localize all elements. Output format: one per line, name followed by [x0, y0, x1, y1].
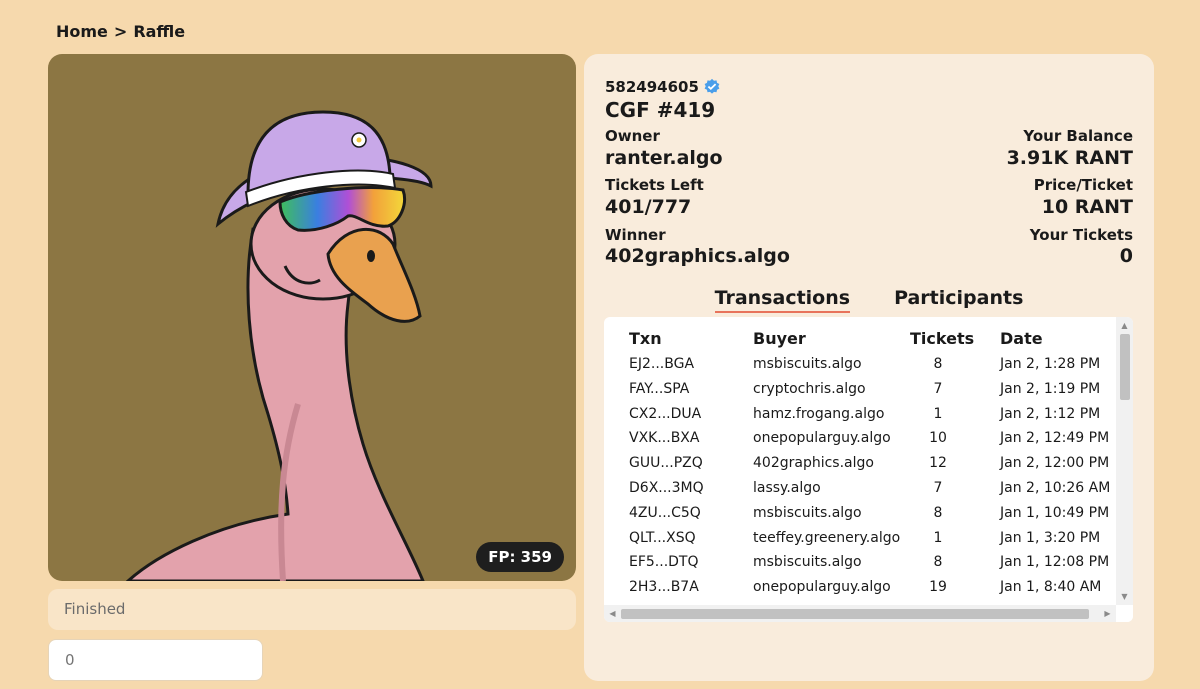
buyer-cell: lassy.algo [753, 480, 821, 496]
table-row: 2H3...B7A onepopularguy.algo 19 Jan 1, 8:40… [604, 579, 1114, 603]
price-per-ticket-label: Price/Ticket [1033, 176, 1133, 194]
tickets-cell: 12 [929, 455, 947, 472]
tickets-left-label: Tickets Left [605, 176, 704, 194]
date-cell: Jan 2, 1:12 PM [1000, 405, 1101, 422]
table-row: 4ZU...C5Q msbiscuits.algo 8 Jan 1, 10:49 PM [604, 505, 1114, 529]
table-row: FAY...SPA cryptochris.algo 7 Jan 2, 1:19 PM [604, 381, 1114, 405]
buyer-cell: msbiscuits.algo [753, 554, 862, 571]
tab-participants[interactable]: Participants [894, 287, 1023, 313]
your-tickets-label: Your Tickets [1029, 226, 1133, 244]
tickets-cell: 1 [933, 529, 943, 546]
date-cell: Jan 2, 1:19 PM [1000, 380, 1101, 397]
horizontal-scrollbar[interactable]: ◀ ▶ [604, 605, 1116, 622]
vertical-scroll-thumb[interactable] [1120, 334, 1130, 400]
buyer-cell: cryptochris.algo [753, 380, 866, 397]
date-cell: Jan 2, 10:26 AM [1000, 480, 1111, 496]
txn-link[interactable]: QLT...XSQ [629, 530, 696, 546]
table-row: EJ2...BGA msbiscuits.algo 8 Jan 2, 1:28 PM [604, 356, 1114, 380]
tickets-cell: 8 [933, 504, 943, 521]
date-cell: Jan 1, 10:49 PM [1000, 504, 1110, 521]
txn-link[interactable]: EJ2...BGA [629, 356, 694, 372]
vertical-scrollbar[interactable]: ▲ ▼ [1116, 317, 1133, 605]
breadcrumb: Home > Raffle [56, 22, 185, 41]
header-txn: Txn [629, 329, 662, 348]
buyer-cell: teeffey.greenery.algo [753, 529, 901, 546]
header-buyer: Buyer [753, 329, 806, 348]
raffle-details-panel: 582494605 CGF #419 Owner ranter.algo You… [584, 54, 1154, 681]
date-cell: Jan 2, 1:28 PM [1000, 356, 1101, 372]
date-cell: Jan 1, 12:08 PM [1000, 554, 1110, 571]
tickets-cell: 7 [933, 480, 943, 496]
table-row: CX2...DUA hamz.frogang.algo 1 Jan 2, 1:12 P… [604, 406, 1114, 430]
your-tickets-value: 0 [1119, 245, 1133, 267]
date-cell: Jan 2, 12:49 PM [1000, 430, 1110, 447]
nft-name: CGF #419 [605, 98, 716, 122]
ticket-quantity-input[interactable] [48, 639, 263, 681]
tickets-cell: 7 [933, 380, 943, 397]
nft-artwork: FP: 359 [48, 54, 576, 581]
header-date: Date [1000, 329, 1043, 348]
scrollbar-corner [1116, 605, 1133, 622]
txn-link[interactable]: VXK...BXA [629, 430, 699, 446]
verified-badge-icon [704, 78, 720, 94]
raffle-status: Finished [48, 589, 576, 630]
owner-label: Owner [605, 127, 660, 145]
txn-link[interactable]: FAY...SPA [629, 381, 689, 397]
asset-id: 582494605 [605, 78, 721, 96]
txn-link[interactable]: GUU...PZQ [629, 455, 703, 471]
asset-id-value: 582494605 [605, 78, 699, 96]
owner-value: ranter.algo [605, 147, 723, 169]
winner-value: 402graphics.algo [605, 245, 790, 267]
scroll-up-icon[interactable]: ▲ [1116, 317, 1133, 334]
breadcrumb-home-link[interactable]: Home [56, 22, 108, 41]
tickets-cell: 8 [933, 356, 943, 372]
txn-link[interactable]: 4ZU...C5Q [629, 505, 701, 521]
tickets-left-value: 401/777 [605, 196, 692, 218]
tab-transactions[interactable]: Transactions [714, 287, 851, 313]
buyer-cell: msbiscuits.algo [753, 356, 862, 372]
breadcrumb-separator: > [113, 22, 128, 41]
scroll-left-icon[interactable]: ◀ [604, 605, 621, 622]
date-cell: Jan 2, 12:00 PM [1000, 455, 1110, 472]
table-row: VXK...BXA onepopularguy.algo 10 Jan 2, 12:4… [604, 430, 1114, 454]
balance-value: 3.91K RANT [1006, 147, 1133, 169]
buyer-cell: hamz.frogang.algo [753, 405, 885, 422]
table-row: QLT...XSQ teeffey.greenery.algo 1 Jan 1, 3:… [604, 530, 1114, 554]
scroll-down-icon[interactable]: ▼ [1116, 588, 1133, 605]
transactions-table[interactable]: Txn Buyer Tickets Date EJ2...BGA msbiscui… [604, 317, 1133, 622]
date-cell: Jan 1, 3:20 PM [1000, 529, 1101, 546]
tickets-cell: 1 [933, 405, 943, 422]
price-per-ticket-value: 10 RANT [1041, 196, 1133, 218]
balance-label: Your Balance [1023, 127, 1133, 145]
buyer-cell: msbiscuits.algo [753, 504, 862, 521]
header-tickets: Tickets [910, 329, 975, 348]
floor-price-badge: FP: 359 [476, 542, 564, 572]
tickets-cell: 8 [933, 554, 943, 571]
buyer-cell: 402graphics.algo [753, 455, 874, 472]
table-row: EF5...DTQ msbiscuits.algo 8 Jan 1, 12:08 PM [604, 554, 1114, 578]
scroll-right-icon[interactable]: ▶ [1099, 605, 1116, 622]
date-cell: Jan 1, 8:40 AM [1000, 579, 1102, 596]
horizontal-scroll-thumb[interactable] [621, 609, 1089, 619]
buyer-cell: onepopularguy.algo [753, 579, 891, 596]
tickets-cell: 10 [929, 430, 947, 447]
txn-link[interactable]: 2H3...B7A [629, 579, 699, 595]
breadcrumb-current: Raffle [133, 22, 186, 41]
table-row: GUU...PZQ 402graphics.algo 12 Jan 2, 12:00 … [604, 455, 1114, 479]
goose-illustration [125, 110, 433, 581]
txn-link[interactable]: CX2...DUA [629, 406, 701, 422]
txn-link[interactable]: D6X...3MQ [629, 480, 704, 496]
winner-label: Winner [605, 226, 666, 244]
tickets-cell: 19 [929, 579, 947, 596]
table-row: D6X...3MQ lassy.algo 7 Jan 2, 10:26 AM [604, 480, 1114, 504]
raffle-tabs: Transactions Participants [584, 287, 1154, 313]
buyer-cell: onepopularguy.algo [753, 430, 891, 447]
txn-link[interactable]: EF5...DTQ [629, 554, 699, 570]
